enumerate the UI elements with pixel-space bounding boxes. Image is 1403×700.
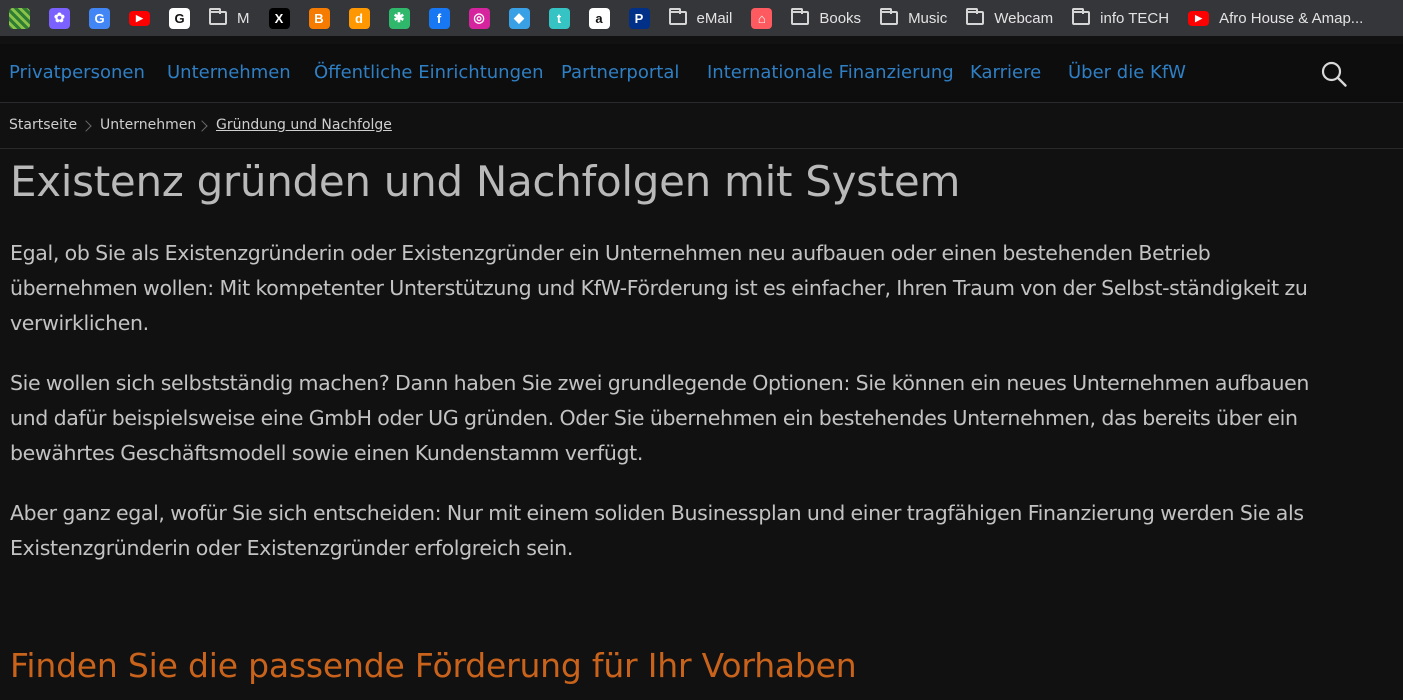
youtube-icon: ▶ xyxy=(129,10,150,26)
bookmark-item[interactable] xyxy=(9,0,40,36)
instagram-icon: ◎ xyxy=(468,7,490,29)
dailymotion-icon: d xyxy=(348,7,370,29)
nav-item-ueber-die-kfw[interactable]: Über die KfW xyxy=(1068,44,1186,102)
bookmarks-bar: ✿ G ▶ G M X Bd ✱ f ◎ ◆ t a PeMail ⌂ Books Music Webcam inf… xyxy=(0,0,1403,36)
main-navigation: Privatpersonen Unternehmen Öffentliche E… xyxy=(0,44,1403,103)
bookmark-label: Books xyxy=(819,9,862,27)
folder-icon xyxy=(668,8,687,25)
amazon-icon: a xyxy=(588,7,610,29)
bookmark-item[interactable]: ◆ xyxy=(508,0,540,36)
breadcrumb-current-page[interactable]: Gründung und Nachfolge xyxy=(216,103,392,148)
bookmark-item[interactable]: Webcam xyxy=(966,0,1063,36)
bookmark-item[interactable]: eMail xyxy=(668,0,743,36)
intro-paragraph-3: Aber ganz egal, wofür Sie sich entscheid… xyxy=(10,501,1304,560)
bookmark-item[interactable]: G xyxy=(89,0,120,36)
folder-icon xyxy=(880,8,899,25)
search-icon[interactable] xyxy=(1320,60,1348,88)
bookmark-item[interactable]: X xyxy=(268,0,300,36)
bookmark-item[interactable]: G xyxy=(169,0,200,36)
folder-icon xyxy=(791,8,810,25)
paypal-icon: P xyxy=(628,7,650,29)
bookmark-label: eMail xyxy=(696,9,733,27)
app-icon: ◆ xyxy=(508,7,530,29)
folder-icon xyxy=(1072,8,1091,25)
bookmark-item[interactable]: t xyxy=(548,0,580,36)
bookmark-item[interactable]: Books xyxy=(791,0,871,36)
bookmark-item[interactable]: d xyxy=(348,0,380,36)
bookmark-item[interactable]: P xyxy=(628,0,660,36)
breadcrumb: Startseite Unternehmen Gründung und Nach… xyxy=(0,103,1403,149)
breadcrumb-unternehmen[interactable]: Unternehmen xyxy=(100,103,196,148)
folder-icon xyxy=(209,8,227,25)
bookmark-item[interactable]: ✿ xyxy=(49,0,80,36)
nav-item-unternehmen[interactable]: Unternehmen xyxy=(167,44,291,102)
google-translate-icon: G xyxy=(89,7,110,29)
bookmark-item[interactable]: ◎ xyxy=(468,0,500,36)
butterfly-icon: ✿ xyxy=(49,7,70,29)
bookmark-item[interactable]: f xyxy=(428,0,460,36)
chevron-right-icon xyxy=(80,120,92,132)
nav-item-privatpersonen[interactable]: Privatpersonen xyxy=(9,44,145,102)
bookmark-item[interactable]: ▶ Afro House & Amap... xyxy=(1188,0,1373,36)
bookmark-label: info TECH xyxy=(1100,9,1170,27)
bookmark-item[interactable]: M xyxy=(209,0,260,36)
intro-paragraph-1: Egal, ob Sie als Existenzgründerin oder … xyxy=(10,241,1308,335)
google-icon: G xyxy=(169,7,190,29)
page-title: Existenz gründen und Nachfolgen mit Syst… xyxy=(10,157,961,206)
bookmark-item[interactable]: ✱ xyxy=(388,0,420,36)
chevron-right-icon xyxy=(196,120,208,132)
nav-item-partnerportal[interactable]: Partnerportal xyxy=(561,44,679,102)
bookmark-label: M xyxy=(237,9,250,27)
bookmark-item[interactable]: info TECH xyxy=(1072,0,1179,36)
airbnb-icon: ⌂ xyxy=(751,7,773,29)
intro-paragraph-2: Sie wollen sich selbstständig machen? Da… xyxy=(10,371,1310,465)
bookmark-item[interactable]: B xyxy=(308,0,340,36)
section-heading: Finden Sie die passende Förderung für Ih… xyxy=(10,646,857,685)
nav-item-oeffentliche-einrichtungen[interactable]: Öffentliche Einrichtungen xyxy=(314,44,543,102)
x-icon: X xyxy=(268,7,290,29)
youtube-icon: ▶ xyxy=(1188,10,1210,26)
facebook-icon: f xyxy=(428,7,450,29)
bookmark-item[interactable]: Music xyxy=(880,0,957,36)
folder-icon xyxy=(966,8,985,25)
breadcrumb-startseite[interactable]: Startseite xyxy=(9,103,77,148)
bookmark-label: Afro House & Amap... xyxy=(1219,9,1364,27)
bookmark-item[interactable]: ▶ xyxy=(129,0,160,36)
tumblr-icon: t xyxy=(548,7,570,29)
bookmark-item[interactable]: ⌂ xyxy=(751,0,782,36)
bookmark-item[interactable]: a xyxy=(588,0,620,36)
bookmark-label: Webcam xyxy=(994,9,1054,27)
nav-item-karriere[interactable]: Karriere xyxy=(970,44,1041,102)
mosaic-icon xyxy=(9,7,30,29)
bookmark-label: Music xyxy=(908,9,948,27)
nav-item-internationale-finanzierung[interactable]: Internationale Finanzierung xyxy=(707,44,954,102)
blogger-icon: B xyxy=(308,7,330,29)
asterisk-icon: ✱ xyxy=(388,7,410,29)
